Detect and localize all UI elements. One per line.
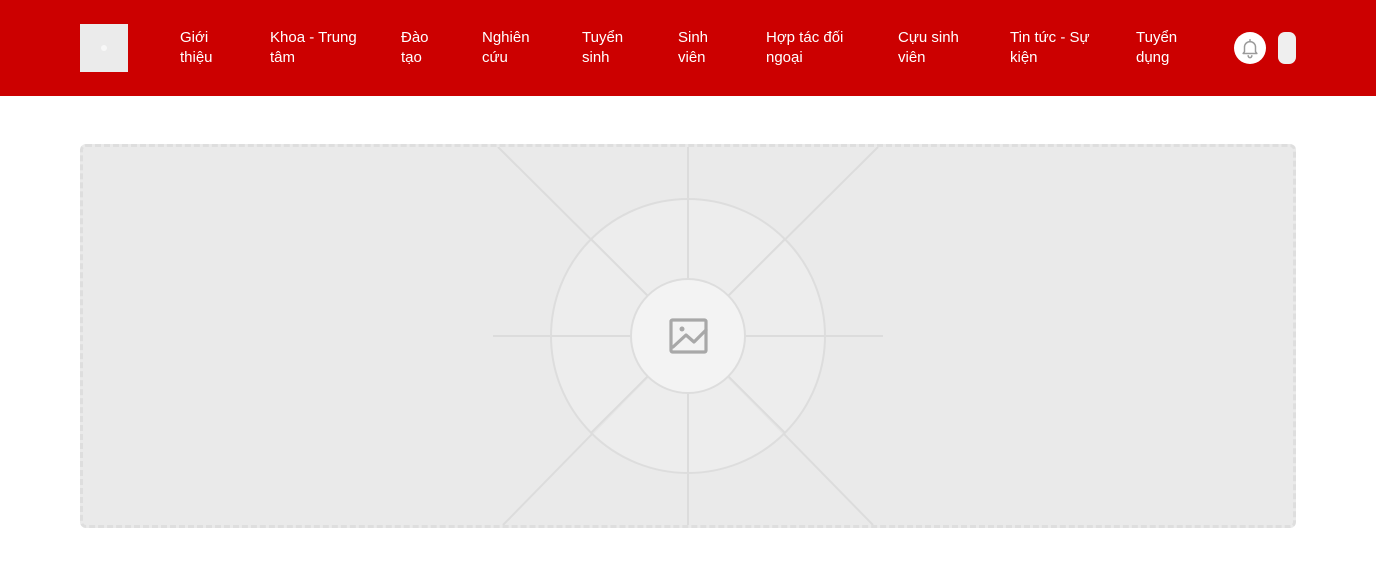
nav-item-cuu-sinh-vien[interactable]: Cựu sinh viên: [898, 28, 970, 68]
site-header: Giới thiệu Khoa - Trung tâm Đào tạo Nghi…: [0, 0, 1376, 96]
nav-item-tin-tuc-su-kien[interactable]: Tin tức - Sự kiện: [1010, 28, 1106, 68]
nav-item-gioi-thieu[interactable]: Giới thiệu: [180, 28, 230, 68]
nav-item-dao-tao[interactable]: Đào tạo: [401, 28, 445, 68]
nav-item-tuyen-dung[interactable]: Tuyển dụng: [1136, 28, 1190, 68]
bell-icon: [1242, 39, 1258, 59]
notification-button[interactable]: [1234, 32, 1266, 64]
banner-placeholder-graphic: [493, 147, 883, 525]
nav-item-sinh-vien[interactable]: Sinh viên: [678, 28, 726, 68]
nav-item-khoa-trung-tam[interactable]: Khoa - Trung tâm: [270, 28, 370, 68]
user-menu-button[interactable]: [1278, 32, 1296, 64]
nav-item-nghien-cuu[interactable]: Nghiên cứu: [482, 28, 542, 68]
nav-item-tuyen-sinh[interactable]: Tuyển sinh: [582, 28, 634, 68]
hero-banner: [80, 144, 1296, 528]
site-logo[interactable]: [80, 24, 128, 72]
nav-item-hop-tac-doi-ngoai[interactable]: Hợp tác đối ngoại: [766, 28, 862, 68]
logo-placeholder-icon: [101, 45, 107, 51]
